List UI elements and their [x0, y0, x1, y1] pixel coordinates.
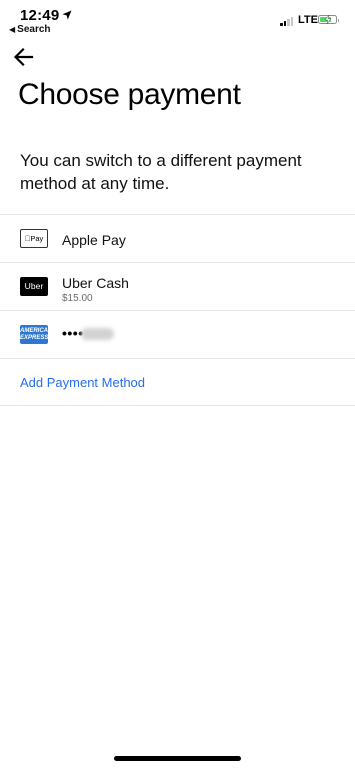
cell-signal-icon: [280, 16, 296, 26]
back-to-search-label: Search: [17, 24, 51, 35]
amex-card-logo: AMERICAN EXPRESS: [20, 325, 52, 344]
back-triangle-icon: ◀: [9, 25, 16, 34]
location-arrow-icon: [62, 10, 72, 20]
page-title: Choose payment: [18, 78, 241, 111]
apple-pay-logo: Pay: [20, 229, 48, 248]
payment-option-label: Apple Pay: [62, 232, 126, 248]
charging-bolt-icon: [324, 15, 332, 24]
payment-option-apple-pay[interactable]: Pay Apple Pay: [0, 214, 355, 262]
add-payment-method-label: Add Payment Method: [20, 375, 146, 390]
uber-logo: Uber: [20, 277, 48, 296]
uber-cash-balance: $15.00: [62, 293, 93, 304]
payment-methods-list: Pay Apple Pay Uber Uber Cash $15.00 AME…: [0, 214, 355, 406]
network-type: LTE: [298, 14, 318, 26]
add-payment-method-button[interactable]: Add Payment Method: [0, 358, 355, 406]
redacted-card-digits: [81, 328, 114, 340]
status-time: 12:49: [20, 7, 60, 24]
home-indicator[interactable]: [114, 756, 241, 761]
page-subtitle: You can switch to a different payment me…: [20, 151, 302, 193]
battery-icon: [318, 15, 339, 24]
back-to-search-link[interactable]: ◀ Search: [9, 24, 51, 35]
payment-option-label: Uber Cash: [62, 275, 129, 291]
payment-option-amex[interactable]: AMERICAN EXPRESS ••••: [0, 310, 355, 358]
back-arrow-icon[interactable]: [12, 46, 36, 68]
payment-option-uber-cash[interactable]: Uber Uber Cash $15.00: [0, 262, 355, 310]
status-bar: 12:49 ◀ Search LTE: [0, 0, 355, 40]
